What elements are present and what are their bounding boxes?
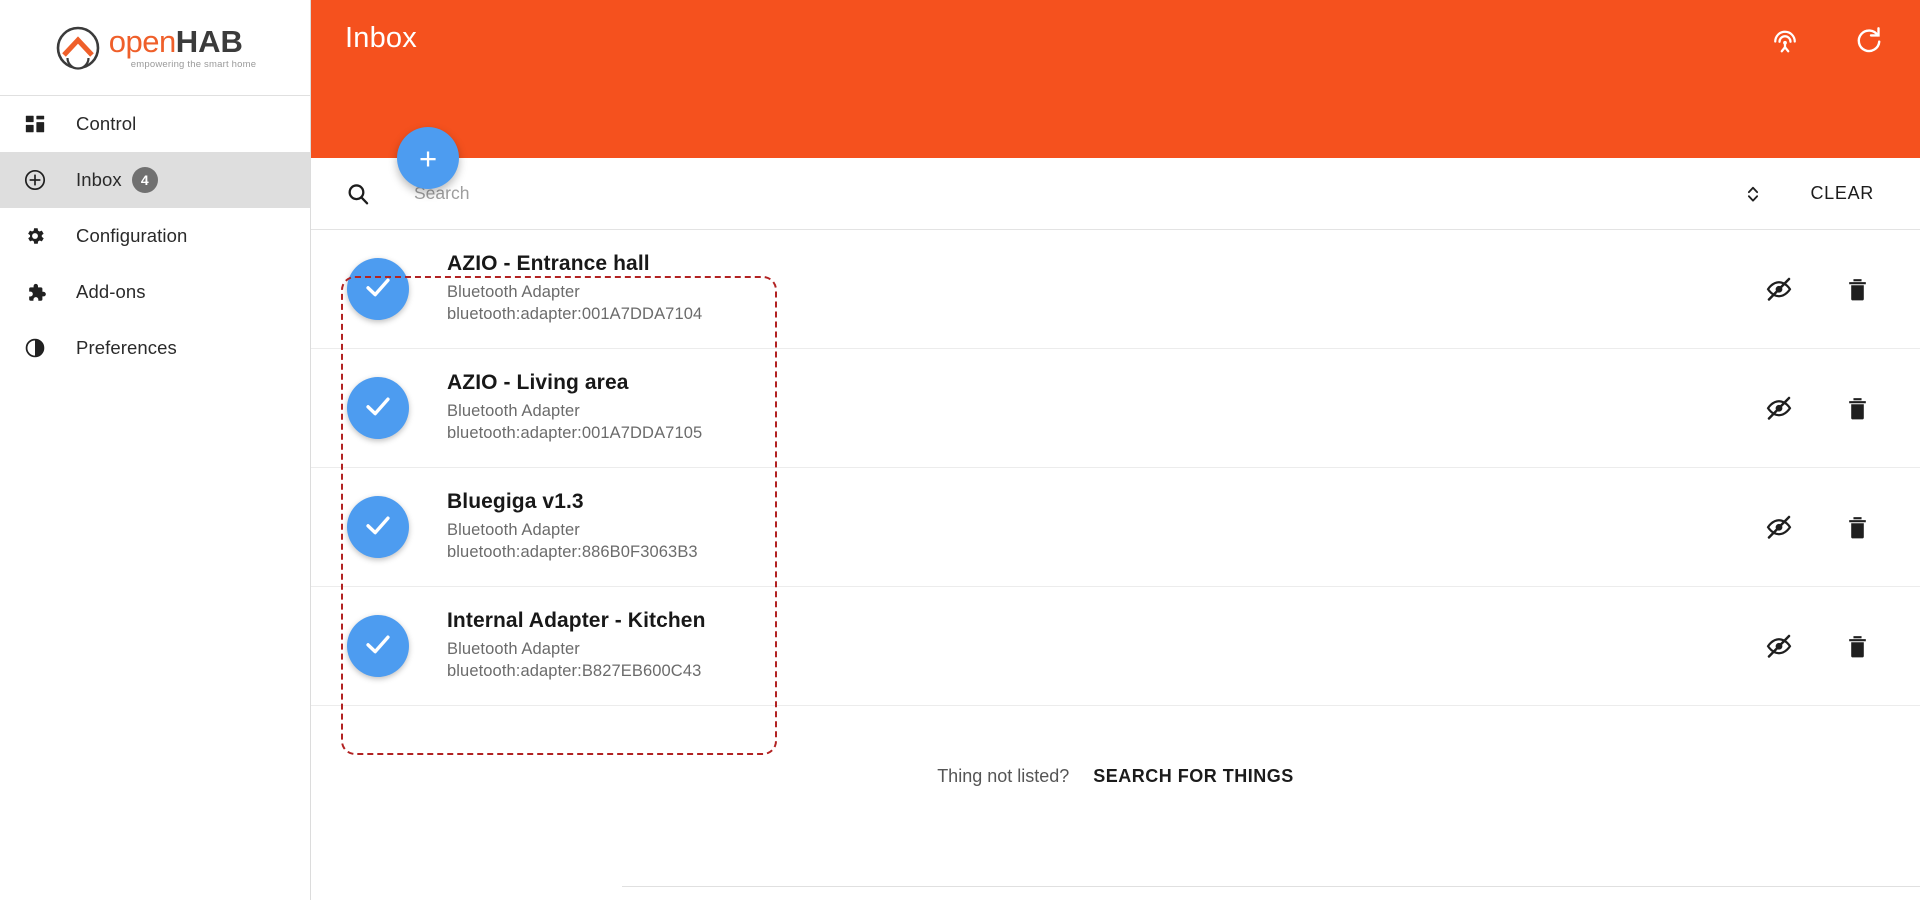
check-icon xyxy=(361,627,395,666)
footer-prompt: Thing not listed? xyxy=(937,765,1070,786)
inbox-row[interactable]: Internal Adapter - Kitchen Bluetooth Ada… xyxy=(311,587,1920,706)
search-icon xyxy=(345,181,371,207)
inbox-item-uid: bluetooth:adapter:001A7DDA7105 xyxy=(447,424,703,442)
check-icon xyxy=(361,270,395,309)
sidebar-item-addons[interactable]: Add-ons xyxy=(0,264,310,320)
inbox-list: AZIO - Entrance hall Bluetooth Adapter b… xyxy=(311,230,1920,706)
select-thing-avatar[interactable] xyxy=(347,258,409,320)
trash-icon[interactable] xyxy=(1842,393,1872,423)
inbox-row-text: Internal Adapter - Kitchen Bluetooth Ada… xyxy=(447,609,706,683)
sidebar-item-configuration[interactable]: Configuration xyxy=(0,208,310,264)
check-icon xyxy=(361,389,395,428)
select-thing-avatar[interactable] xyxy=(347,377,409,439)
sidebar-item-inbox[interactable]: Inbox 4 xyxy=(0,152,310,208)
brand-name-open: open xyxy=(108,23,176,59)
sidebar-nav: Control Inbox 4 Configuration Add-ons Pr… xyxy=(0,96,310,376)
inbox-row-actions xyxy=(1764,512,1872,542)
inbox-footer: Thing not listed? SEARCH FOR THINGS xyxy=(311,706,1920,846)
sidebar-item-label: Add-ons xyxy=(76,281,146,302)
inbox-item-title: Bluegiga v1.3 xyxy=(447,490,584,514)
sidebar-item-preferences[interactable]: Preferences xyxy=(0,320,310,376)
broadcast-scan-icon[interactable] xyxy=(1768,24,1802,58)
trash-icon[interactable] xyxy=(1842,512,1872,542)
inbox-row[interactable]: AZIO - Entrance hall Bluetooth Adapter b… xyxy=(311,230,1920,349)
openhab-logo-icon xyxy=(54,24,102,72)
check-icon xyxy=(361,508,395,547)
inbox-row-text: AZIO - Living area Bluetooth Adapter blu… xyxy=(447,371,702,445)
dashboard-icon xyxy=(22,111,48,137)
sidebar-item-label: Inbox xyxy=(76,169,122,190)
sidebar-item-label: Control xyxy=(76,113,137,134)
select-thing-avatar[interactable] xyxy=(347,496,409,558)
inbox-row-text: Bluegiga v1.3 Bluetooth Adapter bluetoot… xyxy=(447,490,698,564)
sidebar-item-label: Configuration xyxy=(76,225,188,246)
brand-header: open HAB empowering the smart home xyxy=(0,0,310,96)
inbox-row-text: AZIO - Entrance hall Bluetooth Adapter b… xyxy=(447,252,702,326)
page-title: Inbox xyxy=(345,22,417,54)
inbox-item-uid: bluetooth:adapter:886B0F3063B3 xyxy=(447,543,698,561)
app-root: open HAB empowering the smart home Contr… xyxy=(0,0,1920,900)
search-for-things-button[interactable]: SEARCH FOR THINGS xyxy=(1093,766,1294,787)
plus-circle-icon xyxy=(22,167,48,193)
eye-off-icon[interactable] xyxy=(1764,512,1794,542)
inbox-item-title: AZIO - Living area xyxy=(447,371,629,395)
brand-name-hab: HAB xyxy=(175,23,243,59)
inbox-row-actions xyxy=(1764,393,1872,423)
inbox-count-badge: 4 xyxy=(131,167,158,193)
inbox-item-type: Bluetooth Adapter xyxy=(447,283,580,302)
inbox-row[interactable]: AZIO - Living area Bluetooth Adapter blu… xyxy=(311,349,1920,468)
eye-off-icon[interactable] xyxy=(1764,274,1794,304)
sidebar-item-label: Preferences xyxy=(76,337,177,358)
inbox-item-type: Bluetooth Adapter xyxy=(447,402,580,421)
inbox-row-actions xyxy=(1764,274,1872,304)
main-content: Inbox + Search CLEAR AZIO - Entrance hal… xyxy=(311,0,1920,900)
inbox-item-title: Internal Adapter - Kitchen xyxy=(447,609,706,633)
search-input[interactable] xyxy=(414,183,1737,204)
gear-icon xyxy=(22,223,48,249)
eye-off-icon[interactable] xyxy=(1764,631,1794,661)
page-header: Inbox xyxy=(311,0,1920,158)
bottom-divider xyxy=(622,886,1920,887)
clear-button[interactable]: CLEAR xyxy=(1810,183,1874,204)
inbox-item-uid: bluetooth:adapter:001A7DDA7104 xyxy=(447,305,703,323)
trash-icon[interactable] xyxy=(1842,631,1872,661)
trash-icon[interactable] xyxy=(1842,274,1872,304)
brand-tagline: empowering the smart home xyxy=(130,58,257,70)
header-actions xyxy=(1768,24,1886,58)
inbox-item-type: Bluetooth Adapter xyxy=(447,640,580,659)
contrast-icon xyxy=(22,335,48,361)
unfold-sort-icon[interactable] xyxy=(1736,177,1770,211)
add-thing-fab[interactable]: + xyxy=(397,127,459,189)
inbox-item-uid: bluetooth:adapter:B827EB600C43 xyxy=(447,662,702,680)
sidebar: open HAB empowering the smart home Contr… xyxy=(0,0,311,900)
sidebar-item-control[interactable]: Control xyxy=(0,96,310,152)
puzzle-piece-icon xyxy=(22,279,48,305)
inbox-row-actions xyxy=(1764,631,1872,661)
inbox-item-type: Bluetooth Adapter xyxy=(447,521,580,540)
search-bar: CLEAR xyxy=(311,158,1920,230)
select-thing-avatar[interactable] xyxy=(347,615,409,677)
refresh-icon[interactable] xyxy=(1852,24,1886,58)
inbox-item-title: AZIO - Entrance hall xyxy=(447,252,650,276)
eye-off-icon[interactable] xyxy=(1764,393,1794,423)
inbox-row[interactable]: Bluegiga v1.3 Bluetooth Adapter bluetoot… xyxy=(311,468,1920,587)
